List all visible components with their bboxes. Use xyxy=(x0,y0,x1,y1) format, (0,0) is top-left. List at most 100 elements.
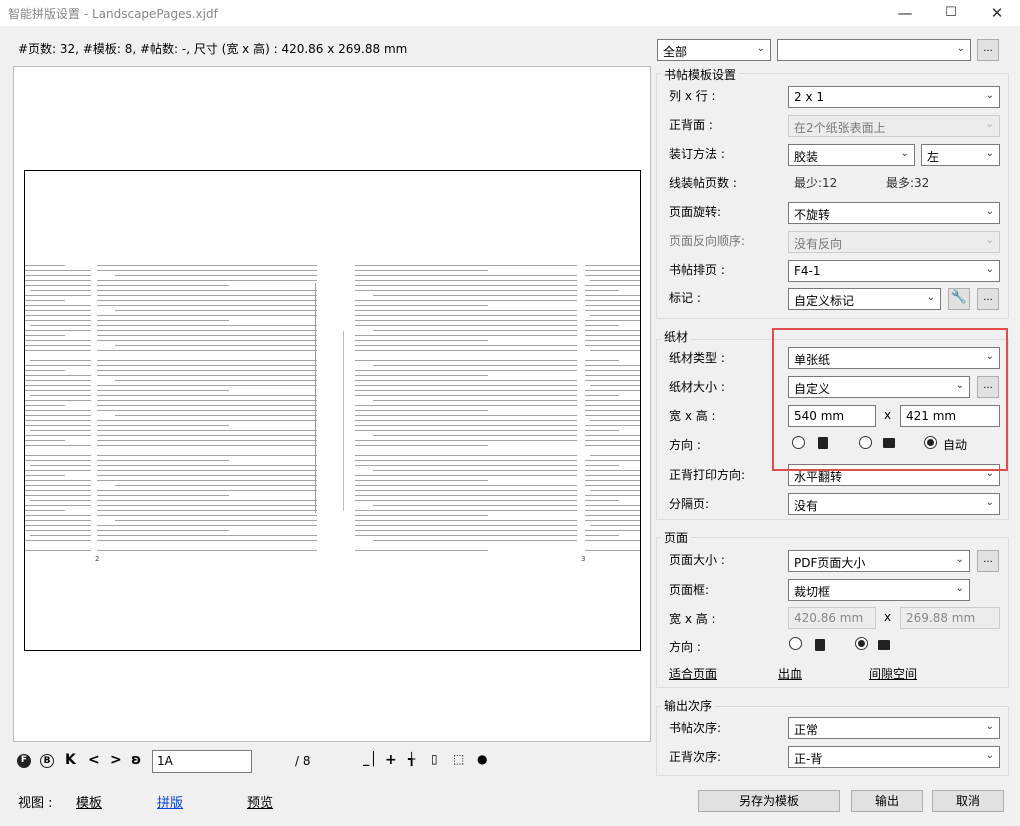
binding-side-select[interactable]: 左 ⌄ xyxy=(921,144,1000,166)
text-line xyxy=(585,470,640,471)
filter-more-button[interactable]: ... xyxy=(977,39,999,61)
text-line xyxy=(97,435,317,436)
separator-select[interactable]: 没有 ⌄ xyxy=(788,493,1000,515)
output-button[interactable]: 输出 xyxy=(851,790,923,812)
text-line xyxy=(585,480,640,481)
rotation-select[interactable]: 不旋转 ⌄ xyxy=(788,202,1000,224)
sides-select[interactable]: 在2个纸张表面上 ⌄ xyxy=(788,115,1000,137)
signature-order-select[interactable]: 正常 ⌄ xyxy=(788,717,1000,739)
text-line xyxy=(585,450,640,451)
gap-link[interactable]: 间隙空间 xyxy=(869,665,917,682)
prev-page-icon[interactable]: < xyxy=(88,752,100,768)
text-line xyxy=(585,475,640,476)
text-line xyxy=(372,295,577,296)
page-size-more-button[interactable]: ... xyxy=(977,550,999,572)
times-label: x xyxy=(884,610,892,624)
reverse-select[interactable]: 没有反向 ⌄ xyxy=(788,231,1000,253)
text-line xyxy=(372,365,577,366)
text-line xyxy=(97,545,317,546)
output-order-title: 输出次序 xyxy=(661,697,716,714)
text-line xyxy=(585,510,640,511)
text-line xyxy=(355,395,577,396)
text-line xyxy=(25,310,91,311)
binding-select[interactable]: 胶装 ⌄ xyxy=(788,144,915,166)
fold-marks-icon[interactable]: ╅ xyxy=(408,752,415,766)
register-marks-icon[interactable]: + xyxy=(385,752,397,768)
text-line xyxy=(355,340,489,341)
text-line xyxy=(355,445,489,446)
back-side-icon[interactable]: B xyxy=(40,754,54,768)
text-line xyxy=(25,320,91,321)
text-line xyxy=(355,500,577,501)
text-line xyxy=(355,305,489,306)
crop-marks-icon[interactable]: _│ xyxy=(363,752,377,767)
text-line xyxy=(355,410,489,411)
text-line xyxy=(585,310,640,311)
minimize-button[interactable]: — xyxy=(882,0,928,26)
ink-icon[interactable]: ● xyxy=(477,752,487,766)
text-line xyxy=(355,485,577,486)
page-size-label: 页面大小 : xyxy=(669,553,725,567)
page-number-icon[interactable]: ▯ xyxy=(431,752,438,766)
text-line xyxy=(355,465,577,466)
text-line xyxy=(25,270,91,271)
first-page-icon[interactable]: K xyxy=(65,752,76,768)
page-height-input[interactable]: 269.88 mm xyxy=(900,607,1000,629)
tab-preview[interactable]: 预览 xyxy=(247,792,273,811)
text-line xyxy=(585,340,640,341)
page-width-input[interactable]: 420.86 mm xyxy=(788,607,876,629)
page-box-select[interactable]: 裁切框 ⌄ xyxy=(788,579,970,601)
text-line xyxy=(25,455,91,456)
wrench-icon[interactable]: 🔧 xyxy=(948,288,970,310)
text-line xyxy=(97,335,317,336)
page-thumbnail xyxy=(585,265,640,555)
fold-select[interactable]: F4-1 ⌄ xyxy=(788,260,1000,282)
filter-select[interactable]: ⌄ xyxy=(777,39,971,61)
text-line xyxy=(355,495,577,496)
scope-select[interactable]: 全部 ⌄ xyxy=(657,39,771,61)
tab-template[interactable]: 模板 xyxy=(76,792,102,811)
marks-select[interactable]: 自定义标记 ⌄ xyxy=(788,288,941,310)
side-order-select[interactable]: 正-背 ⌄ xyxy=(788,746,1000,768)
text-line xyxy=(30,360,91,361)
text-line xyxy=(585,380,640,381)
document-info: #页数: 32, #模板: 8, #帖数: -, 尺寸 (宽 x 高) : 42… xyxy=(18,42,408,56)
paper-wh-label: 宽 x 高 : xyxy=(669,409,716,423)
text-line xyxy=(97,290,317,291)
preview-canvas[interactable]: 2 3 xyxy=(13,66,651,742)
portrait-icon xyxy=(815,639,825,651)
text-line xyxy=(97,530,229,531)
text-line xyxy=(585,330,640,331)
cancel-button[interactable]: 取消 xyxy=(932,790,1004,812)
text-line xyxy=(25,415,91,416)
maximize-icon[interactable]: ☐ xyxy=(928,0,974,26)
save-template-button[interactable]: 另存为模板 xyxy=(698,790,840,812)
spine-marks xyxy=(315,283,325,513)
fit-page-link[interactable]: 适合页面 xyxy=(669,665,717,682)
highlight-box xyxy=(772,328,1008,471)
text-line xyxy=(25,385,91,386)
next-page-icon[interactable]: > xyxy=(110,752,122,768)
tab-imposition[interactable]: 拼版 xyxy=(157,792,183,811)
text-line xyxy=(585,390,640,391)
page-portrait-radio[interactable] xyxy=(789,637,802,650)
text-line xyxy=(355,355,577,356)
page-size-select[interactable]: PDF页面大小 ⌄ xyxy=(788,550,970,572)
page-thumbnail xyxy=(355,265,577,555)
page-landscape-radio[interactable] xyxy=(855,637,868,650)
title-bar: 智能拼版设置 - LandscapePages.xjdf — ☐ ✕ xyxy=(0,0,1020,26)
close-icon[interactable]: ✕ xyxy=(974,0,1020,26)
text-line xyxy=(589,420,640,421)
text-line xyxy=(114,380,317,381)
page-input[interactable]: 1A xyxy=(152,750,252,773)
bleed-link[interactable]: 出血 xyxy=(778,665,802,682)
text-line xyxy=(97,455,317,456)
front-side-icon[interactable]: F xyxy=(17,754,31,768)
cols-rows-select[interactable]: 2 x 1 ⌄ xyxy=(788,86,1000,108)
text-line xyxy=(585,360,620,361)
marks-more-button[interactable]: ... xyxy=(977,288,999,310)
text-line xyxy=(355,315,577,316)
text-line xyxy=(355,300,577,301)
margins-icon[interactable]: ⬚ xyxy=(453,752,464,766)
last-page-icon[interactable]: ʚ xyxy=(131,752,141,768)
